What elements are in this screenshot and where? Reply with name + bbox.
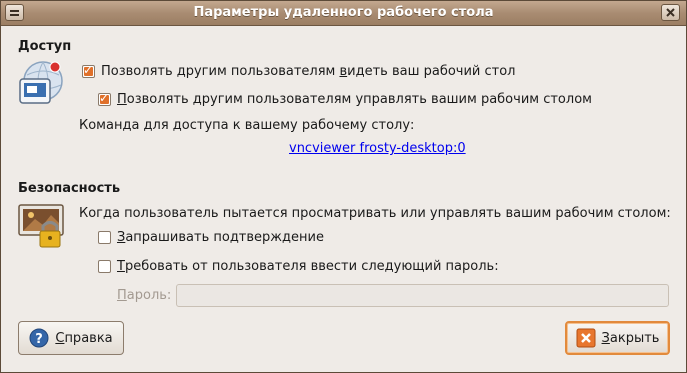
window-title: Параметры удаленного рабочего стола: [193, 5, 494, 20]
password-input[interactable]: [176, 284, 669, 307]
allow-control-checkbox-row[interactable]: ✓ Позволять другим пользователям управля…: [98, 91, 592, 107]
command-label: Команда для доступа к вашему рабочему ст…: [79, 118, 415, 133]
titlebar: Параметры удаленного рабочего стола: [1, 1, 686, 26]
svg-text:?: ?: [36, 332, 44, 347]
screen-lock-icon: [17, 201, 67, 255]
security-heading: Безопасность: [18, 181, 121, 196]
allow-view-checkbox-row[interactable]: ✓ Позволять другим пользователям видеть …: [82, 63, 516, 79]
window-close-button[interactable]: [661, 4, 680, 21]
allow-control-label: Позволять другим пользователям управлять…: [117, 92, 592, 107]
close-button[interactable]: Закрыть: [565, 321, 670, 355]
close-button-label: Закрыть: [601, 330, 660, 346]
ask-confirm-checkbox[interactable]: [98, 231, 111, 244]
allow-control-checkbox[interactable]: ✓: [98, 91, 111, 106]
ask-confirm-label: Запрашивать подтверждение: [117, 230, 324, 245]
allow-view-label: Позволять другим пользователям видеть ва…: [101, 64, 516, 79]
require-password-label: Требовать от пользователя ввести следующ…: [117, 259, 499, 274]
ask-confirm-checkbox-row[interactable]: Запрашивать подтверждение: [98, 230, 324, 245]
require-password-checkbox[interactable]: [98, 260, 111, 273]
help-button[interactable]: ? Справка: [18, 321, 124, 355]
remote-desktop-icon: [17, 59, 67, 111]
help-button-label: Справка: [55, 330, 113, 346]
require-password-checkbox-row[interactable]: Требовать от пользователя ввести следующ…: [98, 259, 499, 274]
close-x-icon: [576, 328, 596, 348]
remote-desktop-preferences-window: Параметры удаленного рабочего стола Дост…: [0, 0, 687, 373]
access-heading: Доступ: [18, 39, 72, 54]
close-icon: [666, 8, 675, 17]
password-label: Пароль:: [117, 288, 172, 303]
allow-view-checkbox[interactable]: ✓: [82, 63, 95, 78]
security-description: Когда пользователь пытается просматриват…: [79, 206, 671, 221]
vnc-command-link[interactable]: vncviewer frosty-desktop:0: [289, 141, 466, 156]
help-icon: ?: [29, 328, 49, 348]
